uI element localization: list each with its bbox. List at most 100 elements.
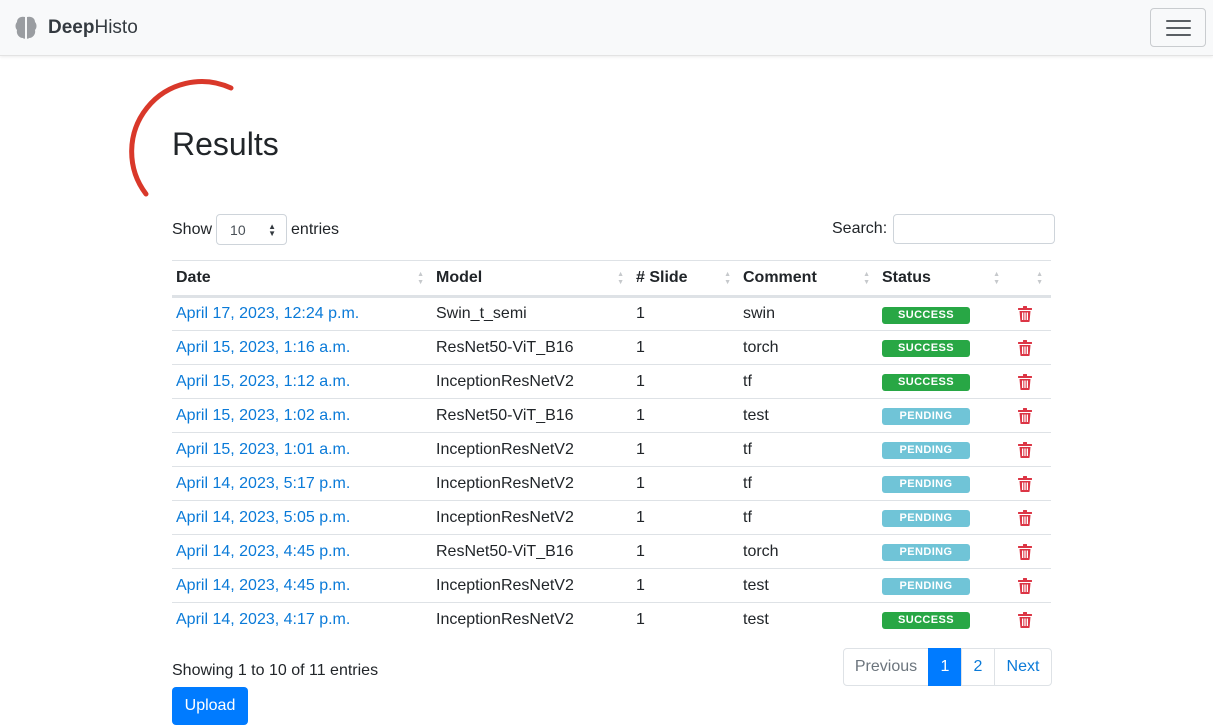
table-row: April 14, 2023, 4:45 p.m. ResNet50-ViT_B1… [172, 534, 1051, 569]
column-header-comment[interactable]: Comment ▲ ▼ [739, 260, 878, 298]
status-badge: PENDING [882, 408, 970, 425]
entries-select-value: 10 [230, 221, 246, 238]
status-cell: PENDING [878, 568, 1008, 603]
trash-icon[interactable] [1018, 441, 1032, 458]
trash-icon[interactable] [1018, 306, 1032, 322]
comment-cell: test [739, 568, 878, 603]
status-cell: PENDING [878, 432, 1008, 467]
result-date-link[interactable]: April 15, 2023, 1:16 a.m. [176, 339, 350, 356]
trash-icon[interactable] [1018, 339, 1032, 356]
result-date-link[interactable]: April 15, 2023, 1:02 a.m. [176, 407, 350, 424]
table-info: Showing 1 to 10 of 11 entries [172, 662, 379, 679]
search-input[interactable] [893, 214, 1056, 244]
model-cell: InceptionResNetV2 [432, 602, 632, 637]
status-badge: SUCCESS [882, 374, 970, 391]
column-header-model[interactable]: Model ▲ ▼ [432, 260, 632, 298]
comment-cell: tf [739, 466, 878, 501]
date-cell: April 14, 2023, 5:05 p.m. [172, 500, 432, 535]
sort-icon: ▲ ▼ [1036, 271, 1043, 286]
trash-icon[interactable] [1018, 577, 1032, 594]
pagination-page-2[interactable]: 2 [961, 648, 995, 686]
model-cell: ResNet50-ViT_B16 [432, 330, 632, 365]
status-badge: PENDING [882, 476, 970, 493]
result-date-link[interactable]: April 15, 2023, 1:12 a.m. [176, 373, 350, 390]
upload-button[interactable]: Upload [172, 687, 248, 725]
table-row: April 15, 2023, 1:12 a.m. InceptionResNet… [172, 364, 1051, 399]
pagination: Previous 1 2 Next [843, 648, 1052, 686]
date-cell: April 14, 2023, 5:17 p.m. [172, 466, 432, 501]
pagination-next[interactable]: Next [994, 648, 1052, 686]
sort-icon: ▲ ▼ [417, 271, 424, 286]
comment-cell: torch [739, 534, 878, 569]
comment-cell: tf [739, 364, 878, 399]
model-cell: ResNet50-ViT_B16 [432, 534, 632, 569]
date-cell: April 14, 2023, 4:45 p.m. [172, 534, 432, 569]
trash-icon[interactable] [1018, 543, 1032, 560]
pagination-page-1[interactable]: 1 [928, 648, 962, 686]
status-cell: PENDING [878, 500, 1008, 535]
result-date-link[interactable]: April 14, 2023, 4:45 p.m. [176, 543, 350, 560]
table-header-row: Date ▲ ▼ Model ▲ ▼ # Slide ▲ ▼ Comment ▲ ▼ Statu… [172, 260, 1051, 298]
comment-cell: test [739, 398, 878, 433]
actions-cell [1008, 466, 1051, 501]
model-cell: InceptionResNetV2 [432, 466, 632, 501]
actions-cell [1008, 568, 1051, 603]
table-row: April 15, 2023, 1:01 a.m. InceptionResNet… [172, 432, 1051, 467]
trash-icon[interactable] [1018, 509, 1032, 526]
show-label: Show [172, 220, 213, 238]
sort-icon: ▲ ▼ [617, 271, 624, 286]
table-row: April 14, 2023, 5:05 p.m. InceptionResNet… [172, 500, 1051, 535]
entries-select[interactable]: 10 ▲ ▼ [216, 214, 288, 245]
sort-icon: ▲ ▼ [724, 271, 731, 286]
brain-icon [15, 16, 37, 39]
result-date-link[interactable]: April 14, 2023, 4:17 p.m. [176, 611, 350, 628]
date-cell: April 17, 2023, 12:24 p.m. [172, 297, 432, 331]
column-header-slide[interactable]: # Slide ▲ ▼ [632, 260, 739, 298]
status-cell: SUCCESS [878, 602, 1008, 637]
column-header-date[interactable]: Date ▲ ▼ [172, 260, 432, 298]
table-row: April 14, 2023, 4:17 p.m. InceptionResNet… [172, 602, 1051, 637]
trash-icon[interactable] [1018, 407, 1032, 424]
status-cell: SUCCESS [878, 330, 1008, 365]
trash-icon[interactable] [1018, 373, 1032, 390]
table-row: April 15, 2023, 1:02 a.m. ResNet50-ViT_B1… [172, 398, 1051, 433]
column-header-actions[interactable]: ▲ ▼ [1008, 260, 1051, 298]
result-date-link[interactable]: April 14, 2023, 5:05 p.m. [176, 509, 350, 526]
actions-cell [1008, 364, 1051, 399]
comment-cell: torch [739, 330, 878, 365]
slide-cell: 1 [632, 364, 739, 399]
trash-icon[interactable] [1018, 475, 1032, 492]
sort-icon: ▲ ▼ [863, 271, 870, 286]
table-row: April 14, 2023, 4:45 p.m. InceptionResNet… [172, 568, 1051, 603]
model-cell: InceptionResNetV2 [432, 500, 632, 535]
search-label: Search: [832, 220, 888, 237]
result-date-link[interactable]: April 17, 2023, 12:24 p.m. [176, 305, 359, 322]
status-cell: SUCCESS [878, 297, 1008, 331]
date-cell: April 15, 2023, 1:01 a.m. [172, 432, 432, 467]
table-body: April 17, 2023, 12:24 p.m. Swin_t_semi 1 sw… [172, 297, 1051, 637]
slide-cell: 1 [632, 330, 739, 365]
slide-cell: 1 [632, 432, 739, 467]
model-cell: Swin_t_semi [436, 305, 527, 322]
model-cell: InceptionResNetV2 [432, 432, 632, 467]
table-row: April 17, 2023, 12:24 p.m. Swin_t_semi 1 sw… [172, 297, 1051, 331]
result-date-link[interactable]: April 14, 2023, 4:45 p.m. [176, 577, 350, 594]
result-date-link[interactable]: April 14, 2023, 5:17 p.m. [176, 475, 350, 492]
result-date-link[interactable]: April 15, 2023, 1:01 a.m. [176, 441, 350, 458]
actions-cell [1008, 330, 1051, 365]
entries-length-control: Show 10 ▲ ▼ entries [172, 214, 339, 245]
date-cell: April 15, 2023, 1:16 a.m. [172, 330, 432, 365]
date-cell: April 15, 2023, 1:02 a.m. [172, 398, 432, 433]
date-cell: April 15, 2023, 1:12 a.m. [172, 364, 432, 399]
navbar-toggler-button[interactable] [1150, 8, 1206, 47]
status-cell: SUCCESS [878, 364, 1008, 399]
column-header-status[interactable]: Status ▲ ▼ [878, 260, 1008, 298]
comment-cell: tf [739, 432, 878, 467]
slide-cell: 1 [632, 534, 739, 569]
entries-label: entries [291, 220, 340, 238]
trash-icon[interactable] [1018, 611, 1032, 628]
slide-cell: 1 [632, 602, 739, 637]
brand[interactable]: Deep Histo [14, 14, 138, 42]
select-arrows-icon: ▲ ▼ [268, 221, 277, 238]
pagination-previous[interactable]: Previous [843, 648, 929, 686]
